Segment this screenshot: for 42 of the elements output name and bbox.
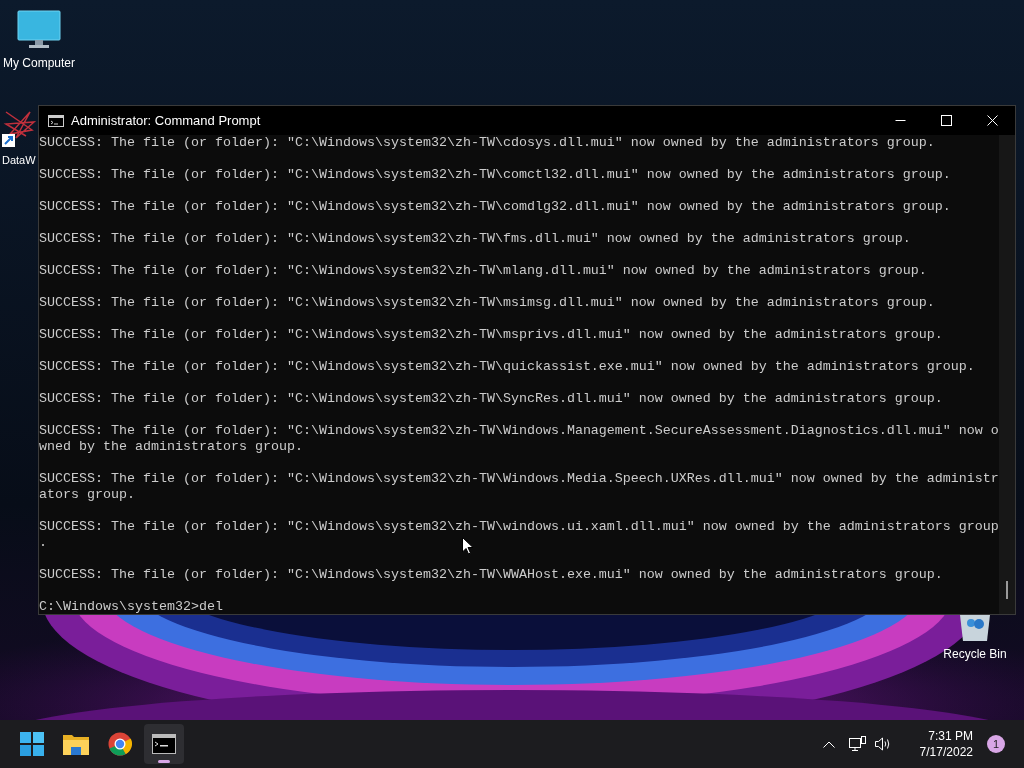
console-line: SUCCESS: The file (or folder): "C:\Windows\system32\zh-TW\comdlg32.dll.mui" now owned by the administrators group.: [39, 199, 951, 215]
windows-start-icon: [20, 732, 44, 756]
console-line: SUCCESS: The file (or folder): "C:\Windows\system32\zh-TW\Windows.Management.SecureAssessment.Diagnostics.dll.mui" now o: [39, 423, 999, 439]
console-line: SUCCESS: The file (or folder): "C:\Windows\system32\zh-TW\SyncRes.dll.mui" now owned by the administrators group.: [39, 391, 943, 407]
console-line: SUCCESS: The file (or folder): "C:\Windows\system32\zh-TW\mlang.dll.mui" now owned by the administrators group.: [39, 263, 927, 279]
volume-icon[interactable]: [874, 737, 892, 751]
scribble-shortcut-icon[interactable]: [2, 108, 38, 148]
console-line: SUCCESS: The file (or folder): "C:\Windows\system32\zh-TW\WWAHost.exe.mui" now owned by the administrators group.: [39, 567, 943, 583]
folder-icon: [63, 733, 89, 755]
command-prompt-line: C:\Windows\system32>del: [39, 599, 223, 614]
mouse-pointer-icon: [462, 537, 474, 555]
maximize-icon: [940, 115, 952, 126]
console-line: SUCCESS: The file (or folder): "C:\Windows\system32\zh-TW\msprivs.dll.mui" now owned by the administrators group.: [39, 327, 943, 343]
window-title: Administrator: Command Prompt: [71, 111, 261, 130]
console-line: SUCCESS: The file (or folder): "C:\Windows\system32\zh-TW\cdosys.dll.mui" now owned by the administrators group.: [39, 135, 935, 151]
chevron-up-icon[interactable]: [822, 740, 835, 748]
close-icon: [986, 115, 998, 126]
taskbar-app-button[interactable]: [144, 724, 184, 764]
scrollbar-thumb[interactable]: [1006, 581, 1008, 599]
console-line: SUCCESS: The file (or folder): "C:\Windows\system32\zh-TW\quickassist.exe.mui" now owned by the administrators group.: [39, 359, 975, 375]
scrollbar[interactable]: [999, 135, 1015, 614]
console-line: SUCCESS: The file (or folder): "C:\Windows\system32\zh-TW\fms.dll.mui" now owned by the administrators group.: [39, 231, 911, 247]
notification-badge[interactable]: 1: [987, 735, 1005, 753]
terminal-icon: [152, 734, 176, 754]
console-line: SUCCESS: The file (or folder): "C:\Windows\system32\zh-TW\windows.ui.xaml.dll.mui" now owned by the administrators group: [39, 519, 999, 535]
console-line: SUCCESS: The file (or folder): "C:\Windows\system32\zh-TW\Windows.Media.Speech.UXRes.dll.mui" now owned by the administr: [39, 471, 999, 487]
desktop-icon-label[interactable]: My Computer: [3, 54, 75, 72]
minimize-icon: [894, 120, 906, 121]
clock-time[interactable]: 7:31 PM: [928, 728, 973, 744]
clock-date[interactable]: 7/17/2022: [919, 744, 973, 760]
network-icon[interactable]: [848, 736, 866, 752]
active-indicator: [158, 760, 170, 763]
desktop-icon-label[interactable]: DataW: [2, 152, 36, 169]
console-line: SUCCESS: The file (or folder): "C:\Windows\system32\zh-TW\comctl32.dll.mui" now owned by the administrators group.: [39, 167, 951, 183]
console-line: .: [39, 535, 47, 551]
console-line: wned by the administrators group.: [39, 439, 303, 455]
desktop-icon-label[interactable]: Recycle Bin: [943, 645, 1007, 663]
console-line: ators group.: [39, 487, 135, 503]
monitor-icon[interactable]: [17, 10, 61, 50]
chrome-browser-icon: [108, 732, 132, 756]
terminal-icon: [48, 114, 64, 127]
console-line: SUCCESS: The file (or folder): "C:\Windows\system32\zh-TW\msimsg.dll.mui" now owned by the administrators group.: [39, 295, 935, 311]
